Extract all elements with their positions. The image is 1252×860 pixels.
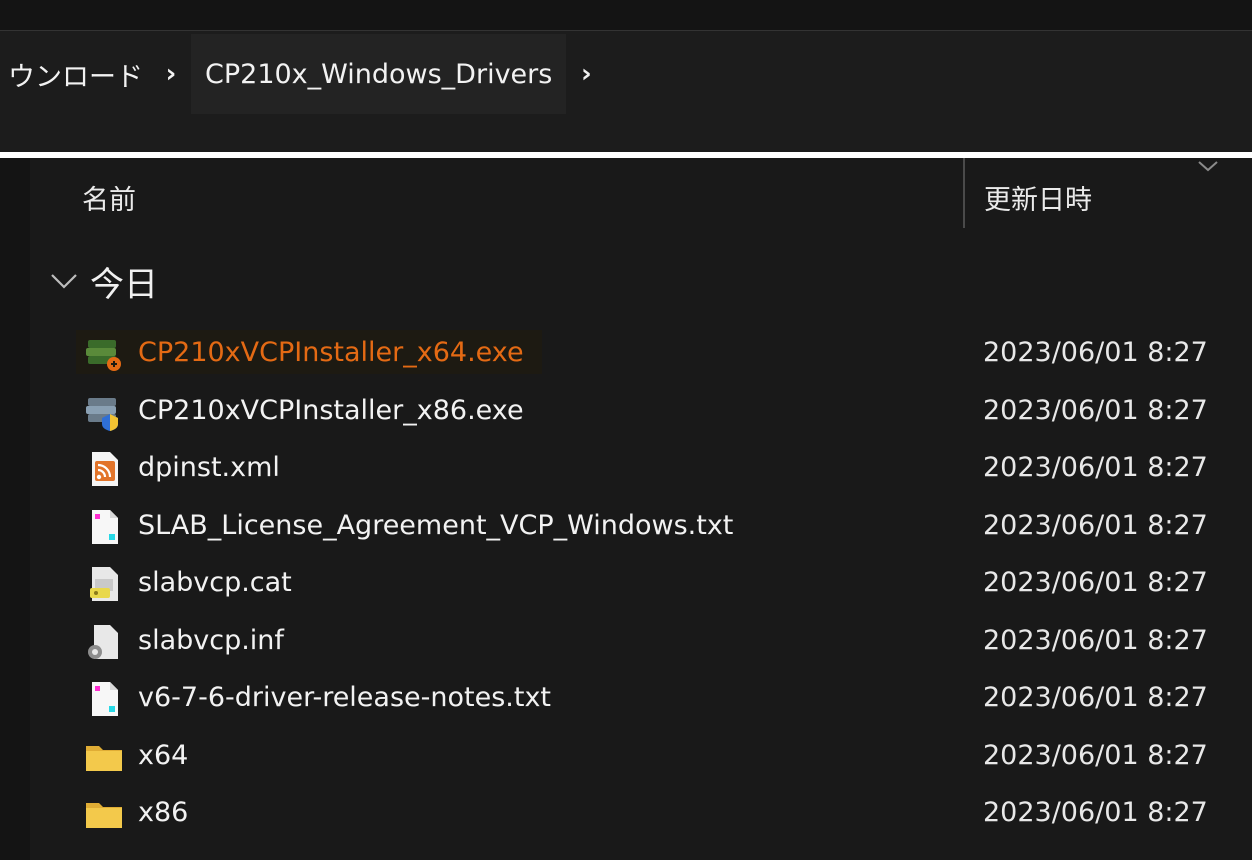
file-name: x86 <box>138 797 189 828</box>
file-row[interactable]: CP210xVCPInstaller_x86.exe 2023/06/01 8:… <box>0 382 1252 440</box>
column-header-name[interactable]: 名前 <box>82 178 136 217</box>
column-header-date-modified[interactable]: 更新日時 <box>984 178 1092 217</box>
group-header-today[interactable]: 今日 <box>48 256 158 306</box>
breadcrumb-chevron-icon[interactable]: › <box>151 59 191 89</box>
file-date: 2023/06/01 8:27 <box>983 682 1208 713</box>
file-row[interactable]: slabvcp.cat 2023/06/01 8:27 <box>0 554 1252 612</box>
file-date: 2023/06/01 8:27 <box>983 452 1208 483</box>
file-date: 2023/06/01 8:27 <box>983 567 1208 598</box>
file-date: 2023/06/01 8:27 <box>983 624 1208 656</box>
file-date: 2023/06/01 8:27 <box>983 394 1208 426</box>
breadcrumb-chevron-icon[interactable]: › <box>566 59 606 89</box>
security-catalog-icon <box>90 567 118 601</box>
breadcrumb-current-folder[interactable]: CP210x_Windows_Drivers <box>191 34 567 114</box>
file-row[interactable]: SLAB_License_Agreement_VCP_Windows.txt 2… <box>0 497 1252 555</box>
file-name: v6-7-6-driver-release-notes.txt <box>138 682 552 713</box>
column-header-row: 名前 更新日時 <box>30 158 1252 230</box>
text-file-icon <box>92 682 118 716</box>
file-date: 2023/06/01 8:27 <box>983 797 1208 828</box>
file-row[interactable]: v6-7-6-driver-release-notes.txt 2023/06/… <box>0 669 1252 727</box>
file-date: 2023/06/01 8:27 <box>983 337 1208 368</box>
file-row[interactable]: dpinst.xml 2023/06/01 8:27 <box>0 439 1252 497</box>
sort-chevron-icon[interactable] <box>1196 158 1220 174</box>
file-name: CP210xVCPInstaller_x64.exe <box>138 337 524 368</box>
file-name: slabvcp.inf <box>138 624 284 656</box>
file-explorer-window: ウンロード › CP210x_Windows_Drivers › 名前 更新日時… <box>0 0 1252 860</box>
chevron-down-icon[interactable] <box>48 271 80 291</box>
file-name: slabvcp.cat <box>138 567 292 598</box>
installer-exe-icon <box>86 340 121 371</box>
file-name: x64 <box>138 739 189 771</box>
file-row[interactable]: slabvcp.inf 2023/06/01 8:27 <box>0 612 1252 670</box>
file-list-pane: 名前 更新日時 今日 CP210xVCPInstaller_x64.exe 20… <box>0 158 1252 860</box>
text-file-icon <box>92 509 118 544</box>
file-date: 2023/06/01 8:27 <box>983 739 1208 771</box>
file-list: CP210xVCPInstaller_x64.exe 2023/06/01 8:… <box>0 324 1252 842</box>
file-row[interactable]: x64 2023/06/01 8:27 <box>0 727 1252 785</box>
folder-icon <box>86 803 122 828</box>
file-name: SLAB_License_Agreement_VCP_Windows.txt <box>138 509 734 541</box>
file-row[interactable]: CP210xVCPInstaller_x64.exe 2023/06/01 8:… <box>0 324 1252 382</box>
title-bar-strip <box>0 0 1252 30</box>
setup-info-icon <box>88 624 118 659</box>
breadcrumb-downloads[interactable]: ウンロード <box>0 55 151 94</box>
file-row[interactable]: x86 2023/06/01 8:27 <box>0 784 1252 842</box>
breadcrumb: ウンロード › CP210x_Windows_Drivers › <box>0 34 606 114</box>
file-name: dpinst.xml <box>138 452 280 483</box>
toolbar-band <box>0 120 1252 152</box>
xml-feed-icon <box>92 452 118 486</box>
file-name: CP210xVCPInstaller_x86.exe <box>138 394 524 426</box>
column-divider[interactable] <box>963 158 965 228</box>
group-header-label: 今日 <box>90 264 158 305</box>
file-date: 2023/06/01 8:27 <box>983 509 1208 541</box>
folder-icon <box>86 745 122 771</box>
installer-exe-icon <box>86 397 118 431</box>
